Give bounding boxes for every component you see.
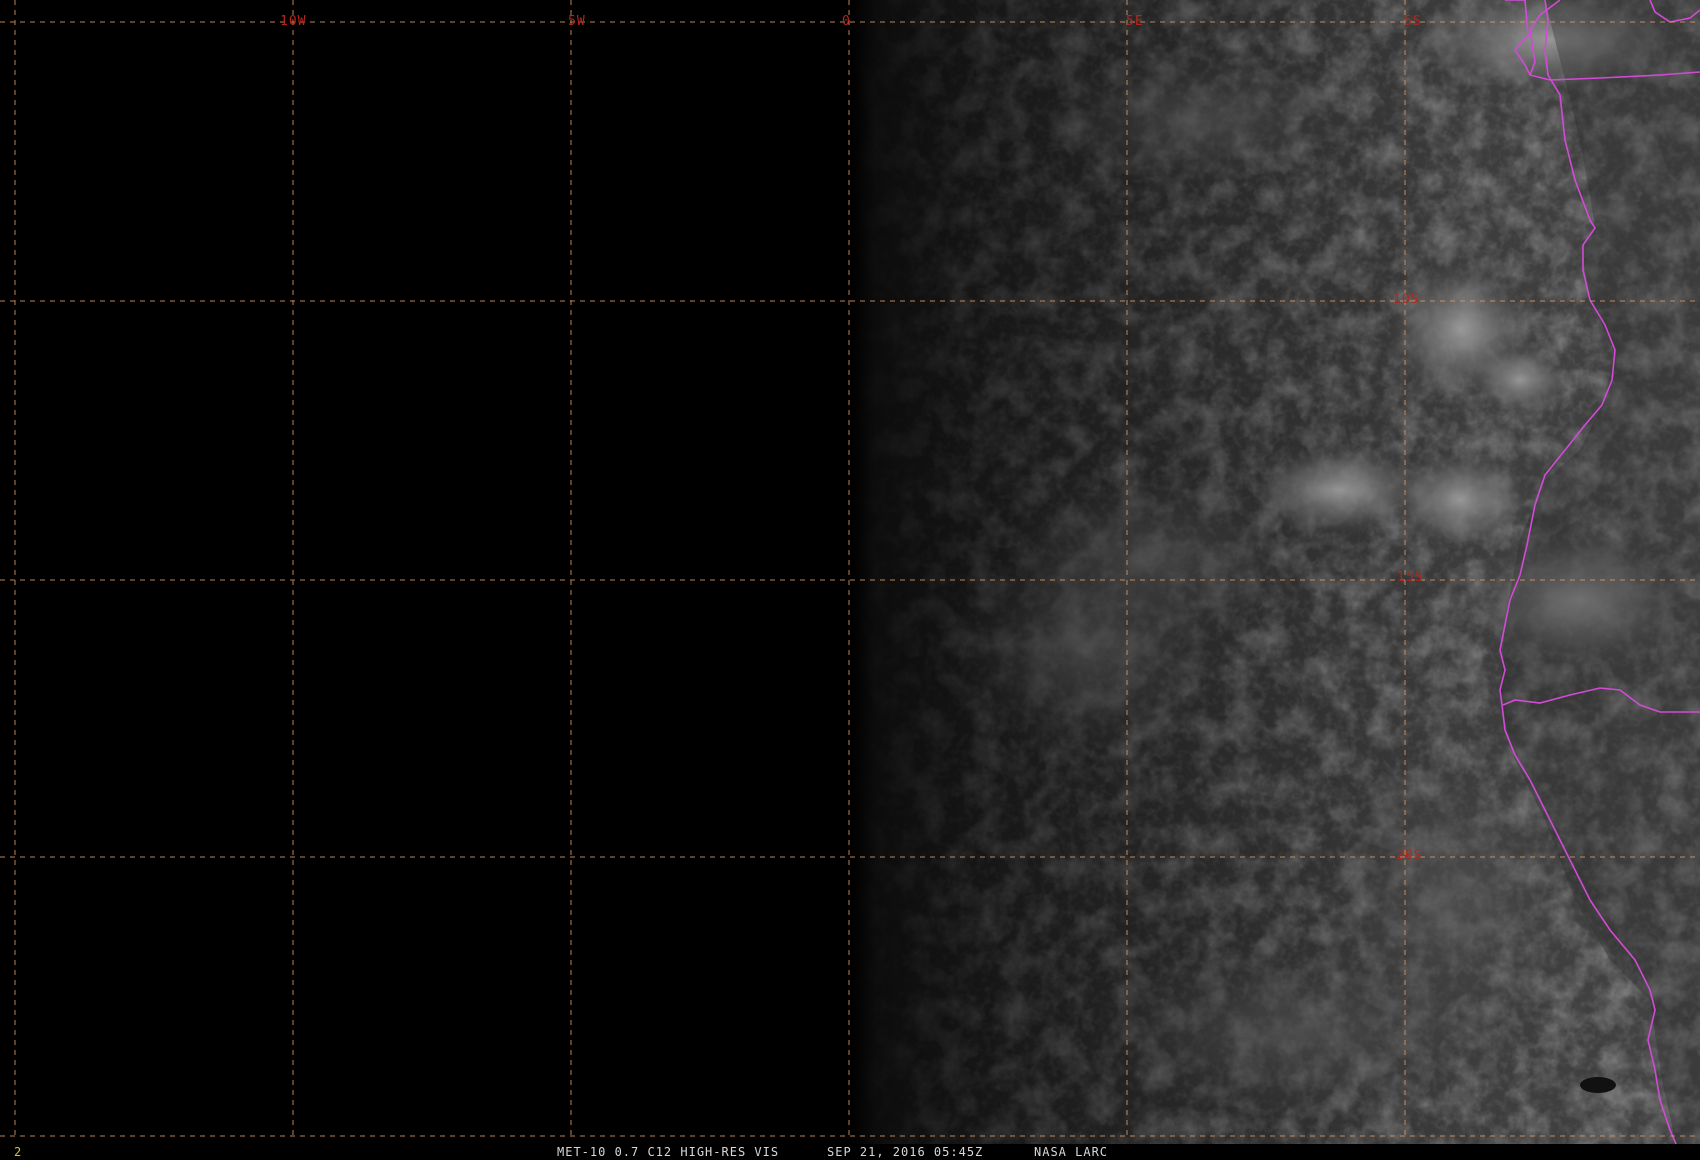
satellite-channel-label: MET-10 0.7 C12 HIGH-RES VIS	[557, 1145, 780, 1159]
image-datetime: SEP 21, 2016 05:45Z	[827, 1145, 984, 1159]
grid-label-lon-5e: 5E	[1126, 14, 1144, 29]
grid-label-lat-20s: 20S	[1396, 848, 1423, 863]
satellite-imagery	[0, 0, 1700, 1145]
data-source-label: NASA LARC	[1034, 1145, 1109, 1159]
grid-label-lon-10w: 10W	[280, 14, 307, 29]
grid-label-lon-0: 0	[842, 14, 851, 29]
grid-label-lon-5w: 5W	[568, 14, 586, 29]
satellite-image-viewer: 10W 5W 0 5E 5S 10S 15S 20S 2 MET-10 0.7 …	[0, 0, 1700, 1160]
frame-number: 2	[14, 1145, 22, 1159]
grid-label-lat-5s: 5S	[1404, 14, 1422, 29]
grid-label-lat-15s: 15S	[1397, 570, 1424, 585]
status-bar: 2 MET-10 0.7 C12 HIGH-RES VIS SEP 21, 20…	[0, 1144, 1700, 1160]
grid-label-lat-10s: 10S	[1393, 292, 1420, 307]
